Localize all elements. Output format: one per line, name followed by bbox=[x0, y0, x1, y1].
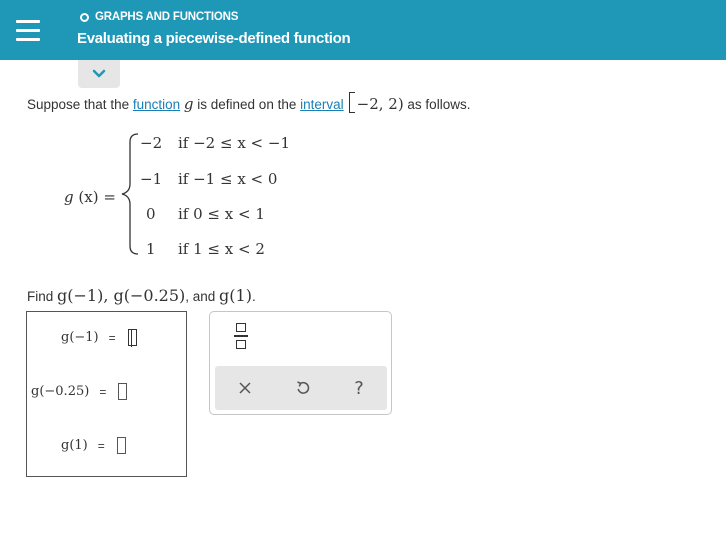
problem-statement: Suppose that the function g is defined o… bbox=[27, 92, 470, 113]
answer-input-2[interactable] bbox=[118, 383, 128, 400]
piecewise-definition: g (x) = −2 if −2 ≤ x < −1 −1 if −1 ≤ x <… bbox=[60, 130, 340, 260]
answer-row-g-neg025: g(−0.25) = bbox=[31, 383, 128, 400]
topic-label: GRAPHS AND FUNCTIONS bbox=[80, 11, 238, 23]
close-icon[interactable] bbox=[233, 376, 257, 400]
prompt-text: Suppose that the bbox=[27, 97, 133, 112]
menu-line bbox=[15, 28, 40, 32]
menu-line bbox=[15, 19, 40, 23]
function-link[interactable]: function bbox=[133, 97, 180, 112]
answer-panel: g(−1) = g(−0.25) = g(1) = bbox=[26, 311, 187, 477]
interval-value: −2, 2) bbox=[356, 95, 404, 113]
page-title: Evaluating a piecewise-defined function bbox=[77, 30, 351, 47]
math-tool-panel: ? bbox=[209, 311, 392, 415]
answer-label: g(−0.25) bbox=[31, 384, 90, 399]
find-instruction: Find g(−1), g(−0.25), and g(1). bbox=[27, 286, 256, 305]
answer-row-g-1: g(1) = bbox=[61, 437, 126, 454]
left-brace bbox=[121, 133, 139, 255]
answer-label: g(−1) bbox=[61, 330, 99, 345]
interval-bracket bbox=[348, 92, 355, 113]
chevron-down-icon bbox=[92, 69, 106, 78]
answer-input-3[interactable] bbox=[116, 437, 126, 454]
text-cursor bbox=[130, 330, 132, 347]
answer-label: g(1) bbox=[61, 438, 88, 453]
function-lhs: g (x) = bbox=[64, 188, 116, 206]
header-bar: GRAPHS AND FUNCTIONS Evaluating a piecew… bbox=[0, 0, 726, 60]
menu-line bbox=[15, 37, 40, 41]
answer-input-1[interactable] bbox=[127, 329, 137, 347]
function-name: g bbox=[183, 95, 194, 113]
prompt-text: as follows. bbox=[403, 97, 471, 112]
action-toolbar: ? bbox=[215, 366, 387, 410]
fraction-icon[interactable] bbox=[234, 323, 248, 351]
topic-text: GRAPHS AND FUNCTIONS bbox=[95, 11, 239, 23]
undo-icon[interactable] bbox=[291, 376, 315, 400]
help-icon[interactable]: ? bbox=[347, 376, 371, 400]
find-item: g(−0.25) bbox=[113, 286, 186, 305]
hamburger-menu-icon[interactable] bbox=[0, 0, 55, 60]
find-item: g(1) bbox=[219, 286, 252, 305]
prompt-text: is defined on the bbox=[193, 97, 301, 112]
interval-link[interactable]: interval bbox=[300, 97, 344, 112]
answer-row-g-neg1: g(−1) = bbox=[61, 329, 137, 347]
equals-sign: = bbox=[97, 438, 105, 453]
collapse-toggle-button[interactable] bbox=[78, 60, 120, 88]
find-item: g(−1) bbox=[57, 286, 104, 305]
equals-sign: = bbox=[108, 330, 116, 345]
progress-circle-icon bbox=[80, 12, 89, 22]
equals-sign: = bbox=[99, 384, 107, 399]
